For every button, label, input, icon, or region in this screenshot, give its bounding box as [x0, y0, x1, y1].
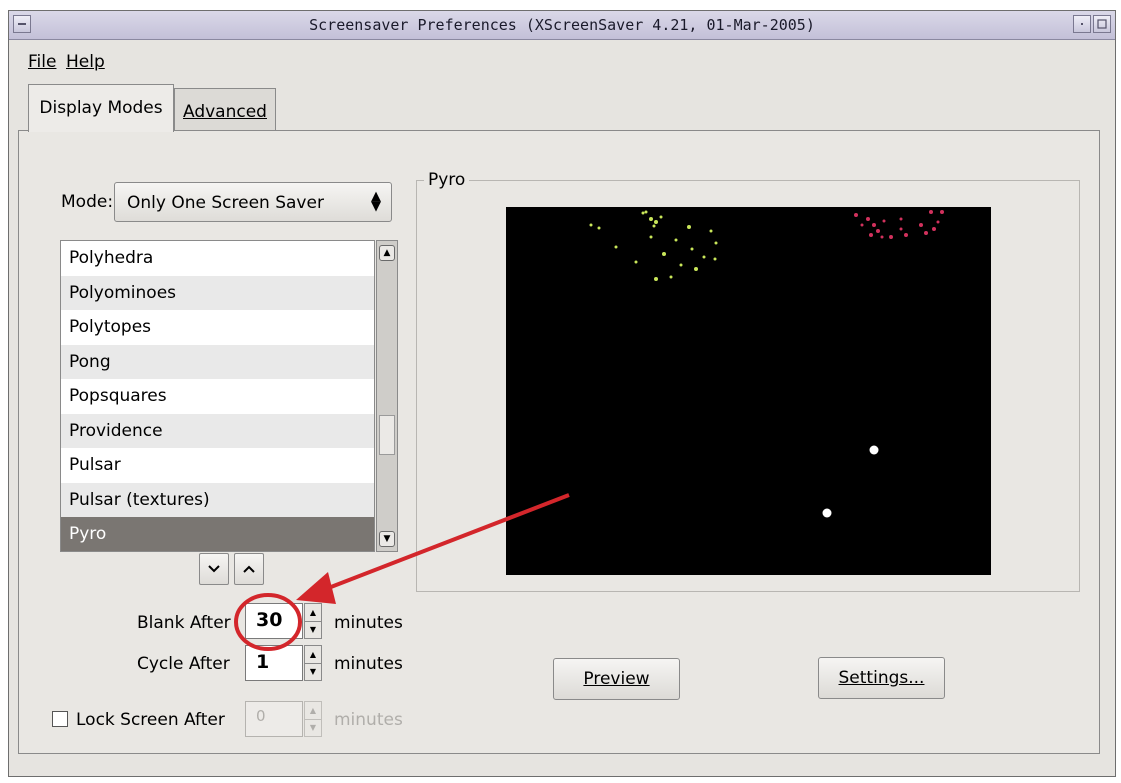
help-menu[interactable]: Help: [66, 52, 105, 72]
screensaver-list[interactable]: Polyhedra Polyominoes Polytopes Pong Popsqua…: [60, 240, 375, 552]
list-item[interactable]: Pulsar (textures): [61, 482, 374, 517]
lock-screen-checkbox[interactable]: [52, 711, 68, 727]
scroll-thumb[interactable]: [379, 415, 395, 455]
list-item[interactable]: Providence: [61, 413, 374, 448]
stepper-up-icon[interactable]: ▲: [305, 604, 321, 622]
tab-advanced-label: Advanced: [183, 102, 267, 122]
blank-after-units-text: minutes: [334, 613, 403, 633]
list-item[interactable]: Popsquares: [61, 379, 374, 414]
tab-advanced[interactable]: Advanced: [174, 88, 276, 130]
file-menu-label: File: [28, 52, 57, 72]
blank-after-label-text: Blank After: [137, 613, 231, 633]
list-item[interactable]: Pyro: [61, 517, 374, 551]
lock-screen-label[interactable]: Lock Screen After: [76, 710, 225, 730]
updown-arrows-icon: ▲ ▼: [371, 189, 381, 214]
help-menu-label: Help: [66, 52, 105, 72]
blank-after-label: Blank After: [137, 613, 231, 633]
list-item[interactable]: Pulsar: [61, 448, 374, 483]
file-menu[interactable]: File: [28, 52, 56, 72]
stepper-down-icon[interactable]: ▼: [305, 621, 321, 638]
tab-display-modes[interactable]: Display Modes: [28, 84, 174, 132]
list-item[interactable]: Polyhedra: [61, 241, 374, 276]
stepper-up-icon[interactable]: ▲: [305, 646, 321, 664]
list-item[interactable]: Polytopes: [61, 310, 374, 345]
minimize-icon: [1081, 23, 1083, 25]
preview-frame-title: Pyro: [424, 170, 470, 190]
move-down-button[interactable]: [199, 553, 229, 585]
settings-button[interactable]: Settings...: [818, 657, 945, 699]
chevron-up-icon: [243, 565, 255, 573]
blank-after-value: 30: [256, 609, 283, 631]
cycle-after-input[interactable]: 1: [245, 645, 303, 681]
mode-label-text: Mode:: [61, 192, 114, 212]
move-up-button[interactable]: [234, 553, 264, 585]
maximize-icon: [1097, 19, 1107, 29]
list-scrollbar[interactable]: ▲ ▼: [376, 240, 398, 552]
blank-after-units: minutes: [334, 613, 403, 633]
scroll-down-icon[interactable]: ▼: [379, 531, 395, 547]
preview-button-label: Preview: [583, 669, 650, 689]
cycle-after-label: Cycle After: [137, 654, 230, 674]
stepper-down-icon[interactable]: ▼: [305, 719, 321, 736]
minimize-button[interactable]: [1073, 15, 1091, 33]
cycle-after-stepper[interactable]: ▲ ▼: [304, 645, 322, 681]
lock-screen-input[interactable]: 0: [245, 701, 303, 737]
lock-screen-units-text: minutes: [334, 710, 403, 730]
blank-after-stepper[interactable]: ▲ ▼: [304, 603, 322, 639]
scroll-up-icon[interactable]: ▲: [379, 245, 395, 261]
fireworks-preview: [589, 210, 944, 518]
cycle-after-label-text: Cycle After: [137, 654, 230, 674]
preview-button[interactable]: Preview: [553, 658, 680, 700]
tab-display-modes-label: Display Modes: [39, 98, 163, 118]
mode-select-value: Only One Screen Saver: [127, 193, 324, 213]
lock-screen-stepper[interactable]: ▲ ▼: [304, 701, 322, 737]
maximize-button[interactable]: [1093, 15, 1111, 33]
list-item[interactable]: Pong: [61, 344, 374, 379]
window-title: Screensaver Preferences (XScreenSaver 4.…: [309, 16, 815, 34]
stepper-down-icon[interactable]: ▼: [305, 663, 321, 680]
settings-button-label: Settings...: [838, 668, 925, 688]
cycle-after-units: minutes: [334, 654, 403, 674]
lock-screen-value: 0: [256, 707, 266, 725]
cycle-after-value: 1: [256, 651, 270, 673]
preview-canvas: [506, 207, 991, 575]
chevron-down-icon: [208, 565, 220, 573]
list-item[interactable]: Polyominoes: [61, 275, 374, 310]
stepper-up-icon[interactable]: ▲: [305, 702, 321, 720]
mode-select[interactable]: Only One Screen Saver ▲ ▼: [114, 182, 392, 222]
blank-after-input[interactable]: 30: [245, 603, 303, 639]
lock-screen-units: minutes: [334, 710, 403, 730]
title-bar[interactable]: Screensaver Preferences (XScreenSaver 4.…: [9, 11, 1115, 40]
cycle-after-units-text: minutes: [334, 654, 403, 674]
mode-label: Mode:: [61, 192, 113, 212]
lock-screen-label-text: Lock Screen After: [76, 710, 225, 730]
